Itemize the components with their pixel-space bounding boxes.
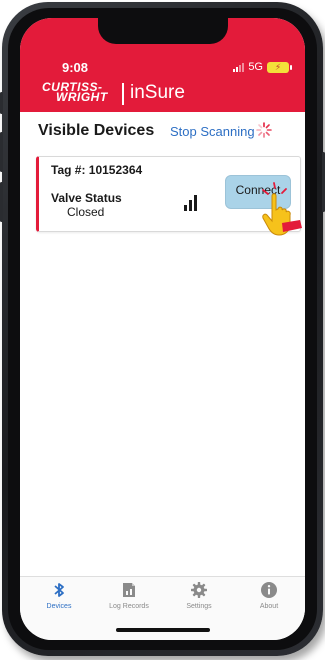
device-tag: Tag #: 10152364 — [51, 163, 143, 177]
tab-label: Settings — [186, 603, 212, 610]
home-indicator — [116, 628, 210, 632]
bluetooth-icon — [54, 583, 64, 597]
screen: 9:08 5G ⚡ CURTISS- WRIGHT inSure Visible… — [20, 18, 305, 640]
tap-hand-icon — [262, 182, 302, 236]
tab-devices[interactable]: Devices — [24, 581, 94, 610]
document-icon — [123, 583, 135, 597]
stop-scanning-button[interactable]: Stop Scanning — [170, 124, 255, 139]
valve-status-label: Valve Status — [51, 191, 122, 205]
curtiss-wright-logo: CURTISS- WRIGHT — [42, 80, 108, 104]
valve-status-value: Closed — [67, 205, 105, 219]
battery-charging-icon: ⚡ — [267, 61, 292, 73]
tab-settings[interactable]: Settings — [164, 581, 234, 610]
status-time: 9:08 — [62, 60, 89, 75]
tab-label: Log Records — [109, 603, 149, 610]
tab-about[interactable]: About — [234, 581, 304, 610]
info-icon — [261, 582, 277, 598]
volume-down-button — [0, 182, 3, 222]
gear-icon — [191, 582, 207, 598]
page-title: Visible Devices — [38, 122, 155, 139]
signal-strength-icon — [184, 195, 197, 211]
volume-up-button — [0, 132, 3, 172]
tab-label: Devices — [46, 603, 72, 610]
network-type: 5G — [248, 61, 263, 73]
tab-log-records[interactable]: Log Records — [94, 581, 164, 610]
app-brand: inSure — [130, 82, 185, 103]
mute-switch — [0, 92, 3, 114]
cellular-signal-icon — [233, 62, 245, 72]
scanning-spinner-icon — [256, 122, 272, 138]
tab-label: About — [259, 603, 279, 610]
logo-divider — [122, 83, 124, 105]
status-indicators: 5G ⚡ — [233, 61, 292, 73]
notch — [98, 18, 228, 44]
